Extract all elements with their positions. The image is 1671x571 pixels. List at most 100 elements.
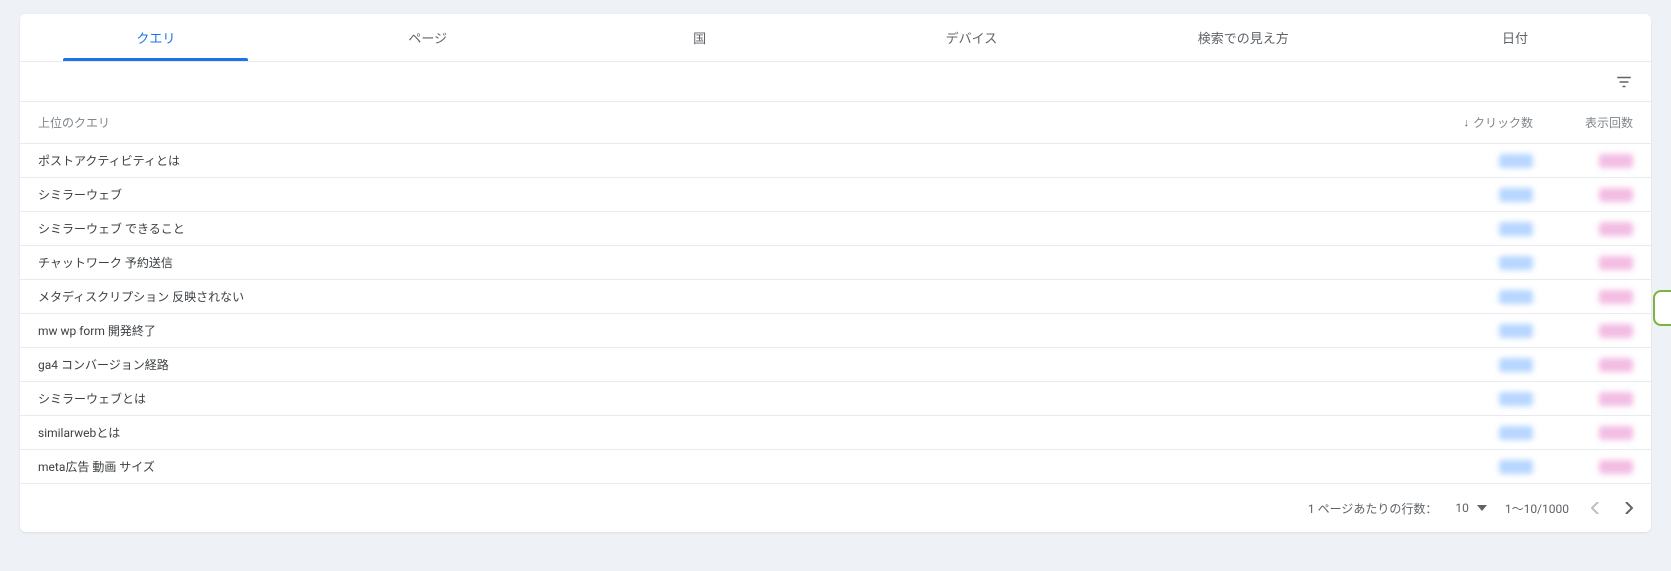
side-badge[interactable] bbox=[1653, 290, 1671, 326]
impressions-cell bbox=[1533, 188, 1633, 202]
impressions-cell bbox=[1533, 324, 1633, 338]
tab-label: ページ bbox=[408, 28, 447, 47]
table-row[interactable]: mw wp form 開発終了 bbox=[20, 314, 1651, 348]
clicks-value-redacted bbox=[1499, 358, 1533, 372]
impressions-cell bbox=[1533, 256, 1633, 270]
clicks-cell bbox=[1433, 290, 1533, 304]
impressions-cell bbox=[1533, 460, 1633, 474]
tab-label: クエリ bbox=[136, 28, 175, 47]
filter-icon[interactable] bbox=[1615, 73, 1633, 91]
impressions-value-redacted bbox=[1599, 290, 1633, 304]
clicks-value-redacted bbox=[1499, 188, 1533, 202]
clicks-value-redacted bbox=[1499, 290, 1533, 304]
tab-page[interactable]: ページ bbox=[292, 14, 564, 61]
query-text: メタディスクリプション 反映されない bbox=[38, 290, 244, 304]
impressions-value-redacted bbox=[1599, 188, 1633, 202]
query-cell: mw wp form 開発終了 bbox=[38, 322, 1433, 339]
clicks-cell bbox=[1433, 358, 1533, 372]
clicks-value-redacted bbox=[1499, 222, 1533, 236]
tab-label: 日付 bbox=[1502, 28, 1528, 47]
impressions-value-redacted bbox=[1599, 256, 1633, 270]
clicks-cell bbox=[1433, 256, 1533, 270]
tab-label: 検索での見え方 bbox=[1198, 28, 1289, 47]
query-cell: meta広告 動画 サイズ bbox=[38, 458, 1433, 475]
header-impressions[interactable]: 表示回数 bbox=[1533, 114, 1633, 131]
pagination-range: 1～10/1000 bbox=[1505, 500, 1569, 517]
table-footer: 1 ページあたりの行数： 10 1～10/1000 bbox=[20, 484, 1651, 532]
query-text: mw wp form 開発終了 bbox=[38, 324, 156, 338]
impressions-value-redacted bbox=[1599, 324, 1633, 338]
table-row[interactable]: ポストアクティビティとは bbox=[20, 144, 1651, 178]
clicks-value-redacted bbox=[1499, 256, 1533, 270]
query-text: シミラーウェブ bbox=[38, 188, 122, 202]
clicks-value-redacted bbox=[1499, 426, 1533, 440]
query-cell: シミラーウェブ できること bbox=[38, 220, 1433, 237]
rows-per-page-label: 1 ページあたりの行数： bbox=[1308, 500, 1437, 517]
table-row[interactable]: シミラーウェブ bbox=[20, 178, 1651, 212]
table-row[interactable]: similarwebとは bbox=[20, 416, 1651, 450]
clicks-value-redacted bbox=[1499, 392, 1533, 406]
clicks-cell bbox=[1433, 460, 1533, 474]
dropdown-arrow-icon bbox=[1477, 505, 1487, 511]
clicks-cell bbox=[1433, 154, 1533, 168]
impressions-cell bbox=[1533, 222, 1633, 236]
impressions-value-redacted bbox=[1599, 392, 1633, 406]
rows-per-page-value: 10 bbox=[1455, 501, 1469, 515]
impressions-cell bbox=[1533, 392, 1633, 406]
query-text: チャットワーク 予約送信 bbox=[38, 256, 173, 270]
table-row[interactable]: チャットワーク 予約送信 bbox=[20, 246, 1651, 280]
dimension-tabs: クエリ ページ 国 デバイス 検索での見え方 日付 bbox=[20, 14, 1651, 62]
impressions-value-redacted bbox=[1599, 460, 1633, 474]
tab-date[interactable]: 日付 bbox=[1379, 14, 1651, 61]
query-text: ga4 コンバージョン経路 bbox=[38, 358, 169, 372]
clicks-cell bbox=[1433, 188, 1533, 202]
tab-country[interactable]: 国 bbox=[564, 14, 836, 61]
tab-label: 国 bbox=[693, 28, 706, 47]
query-text: シミラーウェブとは bbox=[38, 392, 146, 406]
query-cell: シミラーウェブ bbox=[38, 186, 1433, 203]
header-query[interactable]: 上位のクエリ bbox=[38, 114, 1433, 131]
impressions-value-redacted bbox=[1599, 154, 1633, 168]
tab-device[interactable]: デバイス bbox=[835, 14, 1107, 61]
query-text: シミラーウェブ できること bbox=[38, 222, 185, 236]
header-impressions-label: 表示回数 bbox=[1585, 114, 1633, 131]
header-clicks-label: クリック数 bbox=[1473, 114, 1533, 131]
impressions-value-redacted bbox=[1599, 358, 1633, 372]
table-body: ポストアクティビティとはシミラーウェブシミラーウェブ できることチャットワーク … bbox=[20, 144, 1651, 484]
table-row[interactable]: シミラーウェブ できること bbox=[20, 212, 1651, 246]
impressions-cell bbox=[1533, 154, 1633, 168]
header-query-label: 上位のクエリ bbox=[38, 116, 110, 130]
table-header: 上位のクエリ ↓ クリック数 表示回数 bbox=[20, 102, 1651, 144]
clicks-cell bbox=[1433, 324, 1533, 338]
clicks-cell bbox=[1433, 426, 1533, 440]
rows-per-page-select[interactable]: 10 bbox=[1455, 501, 1487, 515]
impressions-cell bbox=[1533, 426, 1633, 440]
impressions-cell bbox=[1533, 358, 1633, 372]
table-row[interactable]: メタディスクリプション 反映されない bbox=[20, 280, 1651, 314]
next-page-button[interactable] bbox=[1621, 498, 1637, 518]
clicks-cell bbox=[1433, 222, 1533, 236]
table-row[interactable]: ga4 コンバージョン経路 bbox=[20, 348, 1651, 382]
header-clicks[interactable]: ↓ クリック数 bbox=[1433, 114, 1533, 131]
tab-label: デバイス bbox=[946, 28, 998, 47]
query-text: similarwebとは bbox=[38, 426, 120, 440]
filter-bar bbox=[20, 62, 1651, 102]
tab-search-appearance[interactable]: 検索での見え方 bbox=[1107, 14, 1379, 61]
table-row[interactable]: meta広告 動画 サイズ bbox=[20, 450, 1651, 484]
clicks-value-redacted bbox=[1499, 324, 1533, 338]
query-cell: ポストアクティビティとは bbox=[38, 152, 1433, 169]
table-row[interactable]: シミラーウェブとは bbox=[20, 382, 1651, 416]
impressions-cell bbox=[1533, 290, 1633, 304]
query-cell: similarwebとは bbox=[38, 424, 1433, 441]
clicks-value-redacted bbox=[1499, 154, 1533, 168]
clicks-value-redacted bbox=[1499, 460, 1533, 474]
prev-page-button[interactable] bbox=[1587, 498, 1603, 518]
query-cell: ga4 コンバージョン経路 bbox=[38, 356, 1433, 373]
impressions-value-redacted bbox=[1599, 222, 1633, 236]
impressions-value-redacted bbox=[1599, 426, 1633, 440]
query-text: ポストアクティビティとは bbox=[38, 154, 180, 168]
query-text: meta広告 動画 サイズ bbox=[38, 460, 155, 474]
query-cell: チャットワーク 予約送信 bbox=[38, 254, 1433, 271]
tab-query[interactable]: クエリ bbox=[20, 14, 292, 61]
sort-arrow-down-icon: ↓ bbox=[1463, 116, 1469, 129]
